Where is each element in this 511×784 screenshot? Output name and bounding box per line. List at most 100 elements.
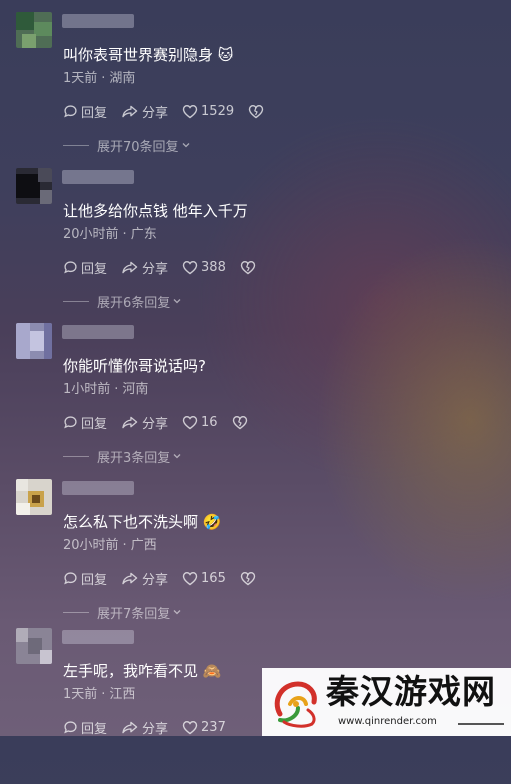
comment-location: 广西 xyxy=(130,538,157,553)
chevron-down-icon xyxy=(173,610,181,615)
chevron-down-icon xyxy=(173,454,181,459)
comment-text: 叫你表哥世界赛别隐身 🐱 xyxy=(63,46,234,64)
avatar[interactable] xyxy=(16,12,52,48)
avatar[interactable] xyxy=(16,628,52,664)
share-label: 分享 xyxy=(142,721,169,737)
comment-location: 湖南 xyxy=(109,71,136,86)
broken-heart-icon xyxy=(248,104,264,118)
like-count: 237 xyxy=(201,719,226,735)
comment-text: 你能听懂你哥说话吗? xyxy=(63,357,206,375)
heart-icon xyxy=(182,104,198,118)
reply-bubble-icon xyxy=(64,104,77,117)
share-label: 分享 xyxy=(142,416,169,432)
share-label: 分享 xyxy=(142,261,169,277)
share-arrow-icon xyxy=(122,721,138,733)
swirl-logo-icon xyxy=(274,681,317,728)
expand-replies-button[interactable]: 展开3条回复 xyxy=(63,447,182,466)
comment-actions: 回复 分享 388 xyxy=(63,256,259,278)
comment-location: 河南 xyxy=(122,382,149,397)
like-count: 16 xyxy=(201,414,218,430)
dislike-button[interactable] xyxy=(240,571,259,586)
reply-button[interactable]: 回复 xyxy=(63,569,107,588)
broken-heart-icon xyxy=(240,571,256,585)
comment-item: 你能听懂你哥说话吗? 1小时前 · 河南 回复 分享 16 展开3条回复 xyxy=(0,323,511,479)
like-button[interactable]: 388 xyxy=(182,260,226,275)
share-button[interactable]: 分享 xyxy=(121,102,168,121)
broken-heart-icon xyxy=(240,260,256,274)
expand-replies-button[interactable]: 展开6条回复 xyxy=(63,292,182,311)
like-button[interactable]: 1529 xyxy=(182,104,234,119)
meta-separator: · xyxy=(122,227,127,242)
broken-heart-icon xyxy=(232,415,247,429)
share-button[interactable]: 分享 xyxy=(121,569,168,588)
like-button[interactable]: 165 xyxy=(182,571,226,586)
expand-replies-label: 展开3条回复 xyxy=(97,450,171,466)
comment-meta: 1天前 · 湖南 xyxy=(63,70,135,88)
reply-label: 回复 xyxy=(81,721,108,737)
username-blurred[interactable] xyxy=(62,170,134,184)
dislike-button[interactable] xyxy=(248,104,267,119)
reply-button[interactable]: 回复 xyxy=(63,102,107,121)
meta-separator: · xyxy=(114,382,119,397)
expand-replies-button[interactable]: 展开7条回复 xyxy=(63,603,182,622)
share-arrow-icon xyxy=(122,261,138,273)
reply-bubble-icon xyxy=(64,415,77,428)
dislike-button[interactable] xyxy=(232,415,251,430)
meta-separator: · xyxy=(101,687,106,702)
comment-actions: 回复 分享 16 xyxy=(63,411,251,433)
share-button[interactable]: 分享 xyxy=(121,413,168,432)
reply-button[interactable]: 回复 xyxy=(63,413,107,432)
comment-time: 1天前 xyxy=(63,71,98,86)
comment-time: 20小时前 xyxy=(63,538,119,553)
comment-time: 20小时前 xyxy=(63,227,119,242)
see-no-evil-monkey-emoji-icon: 🙈 xyxy=(202,662,222,680)
divider-line xyxy=(63,144,89,146)
share-arrow-icon xyxy=(122,572,138,584)
expand-replies-button[interactable]: 展开70条回复 xyxy=(63,136,191,155)
reply-label: 回复 xyxy=(81,105,108,121)
like-button[interactable]: 237 xyxy=(182,720,226,735)
comment-actions: 回复 分享 165 xyxy=(63,567,259,589)
comment-meta: 1天前 · 江西 xyxy=(63,686,135,704)
comment-meta: 1小时前 · 河南 xyxy=(63,381,148,399)
comment-time: 1天前 xyxy=(63,687,98,702)
comment-meta: 20小时前 · 广西 xyxy=(63,537,157,555)
divider-line xyxy=(63,611,89,613)
comment-item: 怎么私下也不洗头啊 🤣 20小时前 · 广西 回复 分享 165 展开7条回复 xyxy=(0,479,511,635)
avatar[interactable] xyxy=(16,323,52,359)
site-watermark: 秦汉游戏网 www.qinrender.com xyxy=(262,668,511,736)
comment-actions: 回复 分享 237 xyxy=(63,716,240,738)
like-count: 1529 xyxy=(201,103,235,119)
comment-text: 让他多给你点钱 他年入千万 xyxy=(63,202,248,220)
meta-separator: · xyxy=(101,71,106,86)
meta-separator: · xyxy=(122,538,127,553)
comment-location: 江西 xyxy=(109,687,136,702)
share-arrow-icon xyxy=(122,416,138,428)
cat-emoji-icon: 🐱 xyxy=(217,46,234,64)
username-blurred[interactable] xyxy=(62,630,134,644)
like-count: 165 xyxy=(201,570,226,586)
avatar[interactable] xyxy=(16,479,52,515)
username-blurred[interactable] xyxy=(62,325,134,339)
comment-text: 左手呢，我咋看不见 🙈 xyxy=(63,662,222,680)
divider-line xyxy=(63,455,89,457)
avatar[interactable] xyxy=(16,168,52,204)
reply-bubble-icon xyxy=(64,260,77,273)
like-button[interactable]: 16 xyxy=(182,415,218,430)
comment-actions: 回复 分享 1529 xyxy=(63,100,267,122)
chevron-down-icon xyxy=(182,143,190,148)
dislike-button[interactable] xyxy=(240,260,259,275)
expand-replies-label: 展开70条回复 xyxy=(97,139,179,155)
comment-item: 让他多给你点钱 他年入千万 20小时前 · 广东 回复 分享 388 展开6条回复 xyxy=(0,168,511,324)
comment-location: 广东 xyxy=(130,227,157,242)
share-button[interactable]: 分享 xyxy=(121,258,168,277)
expand-replies-label: 展开7条回复 xyxy=(97,606,171,622)
reply-bubble-icon xyxy=(64,720,77,733)
reply-button[interactable]: 回复 xyxy=(63,718,107,737)
share-button[interactable]: 分享 xyxy=(121,718,168,737)
reply-button[interactable]: 回复 xyxy=(63,258,107,277)
username-blurred[interactable] xyxy=(62,481,134,495)
reply-label: 回复 xyxy=(81,572,108,588)
username-blurred[interactable] xyxy=(62,14,134,28)
reply-bubble-icon xyxy=(64,571,77,584)
